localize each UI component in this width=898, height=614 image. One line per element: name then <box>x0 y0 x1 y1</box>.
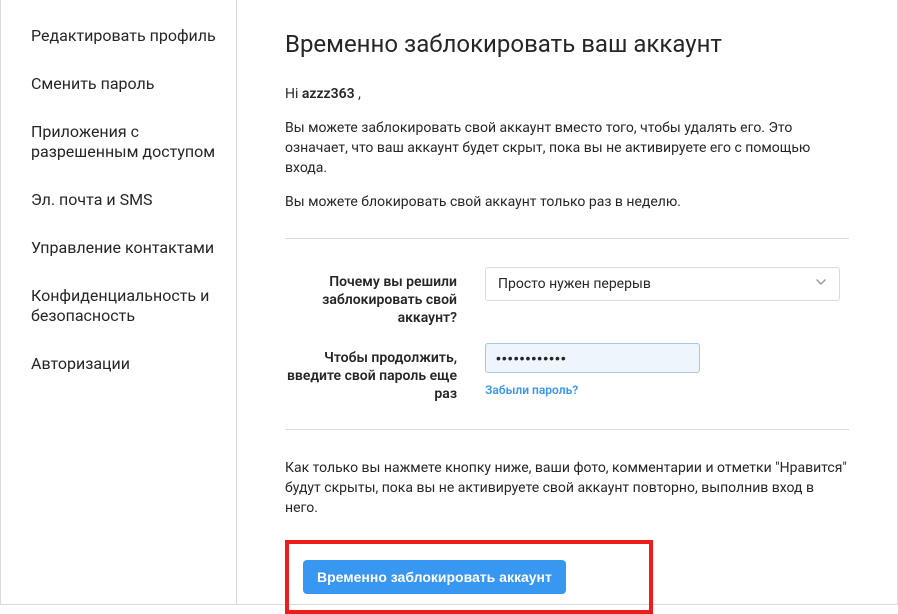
forgot-password-link[interactable]: Забыли пароль? <box>485 383 578 397</box>
reason-row: Почему вы решили заблокировать свой акка… <box>285 267 849 327</box>
page-title: Временно заблокировать ваш аккаунт <box>285 30 849 58</box>
sidebar-item-privacy-security[interactable]: Конфиденциальность и безопасность <box>1 272 236 340</box>
sidebar-item-login-activity[interactable]: Авторизации <box>1 340 236 388</box>
main-content: Временно заблокировать ваш аккаунт Hi az… <box>237 0 897 604</box>
password-label: Чтобы продолжить, введите свой пароль ещ… <box>285 343 485 403</box>
reason-select[interactable]: Просто нужен перерыв <box>485 267 840 301</box>
greeting-username: azzz363 <box>302 86 355 102</box>
greeting: Hi azzz363 , <box>285 86 849 102</box>
divider-2 <box>285 429 849 430</box>
final-note: Как только вы нажмете кнопку ниже, ваши … <box>285 458 849 518</box>
reason-label: Почему вы решили заблокировать свой акка… <box>285 267 485 327</box>
description-2: Вы можете блокировать свой аккаунт тольк… <box>285 192 849 212</box>
password-input[interactable] <box>485 343 700 373</box>
disable-account-button[interactable]: Временно заблокировать аккаунт <box>303 560 566 594</box>
highlight-box: Временно заблокировать аккаунт <box>285 540 653 614</box>
sidebar-item-authorized-apps[interactable]: Приложения с разрешенным доступом <box>1 108 236 176</box>
settings-sidebar: Редактировать профиль Сменить пароль При… <box>1 0 237 604</box>
sidebar-item-email-sms[interactable]: Эл. почта и SMS <box>1 176 236 224</box>
sidebar-item-change-password[interactable]: Сменить пароль <box>1 60 236 108</box>
sidebar-item-manage-contacts[interactable]: Управление контактами <box>1 224 236 272</box>
chevron-down-icon <box>815 276 827 292</box>
reason-select-value: Просто нужен перерыв <box>498 276 651 292</box>
description-1: Вы можете заблокировать свой аккаунт вме… <box>285 118 849 178</box>
password-row: Чтобы продолжить, введите свой пароль ещ… <box>285 343 849 403</box>
greeting-prefix: Hi <box>285 86 302 102</box>
divider <box>285 238 849 239</box>
sidebar-item-edit-profile[interactable]: Редактировать профиль <box>1 12 236 60</box>
greeting-suffix: , <box>355 86 361 102</box>
